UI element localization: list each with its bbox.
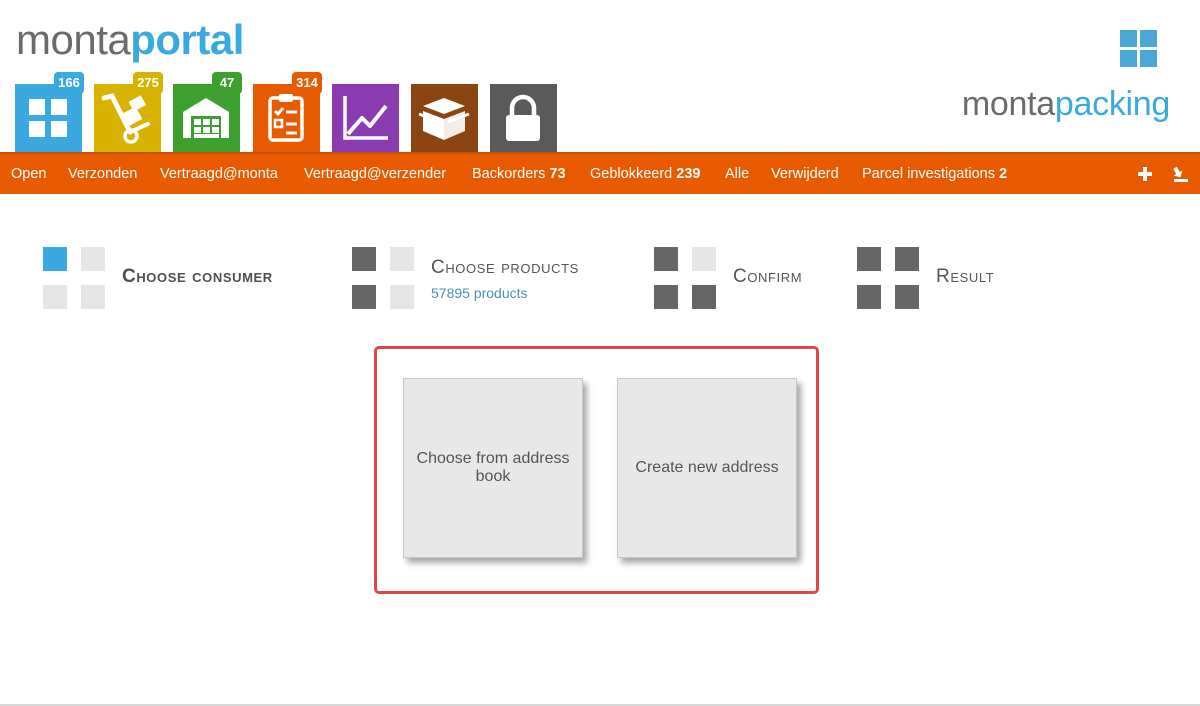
- nav-count: 73: [549, 166, 566, 182]
- logo-part-portal: portal: [130, 16, 244, 63]
- step-title: Choose consumer: [122, 266, 273, 287]
- grid-icon: [29, 99, 67, 137]
- shipping-tile[interactable]: 275: [94, 72, 163, 152]
- nav-backorders[interactable]: Backorders 73: [472, 154, 566, 194]
- logo-part-monta: monta: [16, 16, 131, 63]
- nav-vertraagd-verzender[interactable]: Vertraagd@verzender: [304, 154, 446, 194]
- nav-geblokkeerd[interactable]: Geblokkeerd 239: [590, 154, 700, 194]
- step-indicator-square: [857, 285, 881, 309]
- count-badge: 47: [212, 72, 242, 94]
- create-new-address-button[interactable]: Create new address: [617, 378, 797, 558]
- logo-part-packing: packing: [1054, 85, 1170, 123]
- warehouse-icon: [183, 98, 229, 138]
- analytics-tile[interactable]: [332, 84, 399, 152]
- logo-square: [1120, 50, 1137, 67]
- hand-truck-icon: [101, 93, 150, 144]
- import-icon[interactable]: [1172, 165, 1190, 183]
- step-result[interactable]: Result: [857, 247, 1027, 309]
- nav-vertraagd-monta[interactable]: Vertraagd@monta: [160, 154, 278, 194]
- step-indicator-square: [390, 247, 414, 271]
- orders-tile[interactable]: 314: [253, 72, 322, 152]
- nav-open[interactable]: Open: [11, 154, 46, 194]
- step-indicator-square: [81, 285, 105, 309]
- packaging-tile[interactable]: [411, 84, 478, 152]
- step-indicator-square: [654, 247, 678, 271]
- status-nav-bar: Open Verzonden Vertraagd@monta Vertraagd…: [0, 152, 1200, 194]
- lock-tile[interactable]: [490, 84, 557, 152]
- step-indicator-square: [895, 285, 919, 309]
- plus-icon[interactable]: [1136, 165, 1154, 183]
- logo-square: [1140, 30, 1157, 47]
- nav-verwijderd[interactable]: Verwijderd: [771, 154, 839, 194]
- count-badge: 314: [292, 72, 322, 94]
- step-title: Result: [936, 266, 995, 287]
- nav-count: 239: [676, 166, 701, 182]
- step-indicator-square: [692, 285, 716, 309]
- line-chart-icon: [343, 96, 388, 140]
- choose-from-address-book-button[interactable]: Choose from address book: [403, 378, 583, 558]
- logo-part-monta: monta: [961, 85, 1055, 123]
- step-indicator-square: [654, 285, 678, 309]
- step-indicator-square: [81, 247, 105, 271]
- product-count: 57895 products: [431, 285, 528, 301]
- logo-square: [1120, 30, 1137, 47]
- montapacking-logo: montapacking: [940, 28, 1170, 128]
- nav-parcel-investigations[interactable]: Parcel investigations 2: [862, 154, 1007, 194]
- step-confirm[interactable]: Confirm: [654, 247, 834, 309]
- logo-square: [1140, 50, 1157, 67]
- warehouse-tile[interactable]: 47: [173, 72, 242, 152]
- count-badge: 166: [54, 72, 84, 94]
- step-indicator-square: [895, 247, 919, 271]
- step-indicator-square: [352, 285, 376, 309]
- step-choose-products[interactable]: Choose products 57895 products: [352, 247, 632, 309]
- nav-alle[interactable]: Alle: [725, 154, 749, 194]
- open-box-icon: [418, 98, 470, 140]
- step-title: Confirm: [733, 266, 803, 287]
- dashboard-tile[interactable]: 166: [15, 72, 84, 152]
- step-indicator-square: [43, 285, 67, 309]
- step-indicator-square: [692, 247, 716, 271]
- count-badge: 275: [133, 72, 163, 94]
- step-indicator-square: [857, 247, 881, 271]
- step-indicator-square: [352, 247, 376, 271]
- step-indicator-square: [390, 285, 414, 309]
- lock-icon: [506, 94, 540, 141]
- nav-verzonden[interactable]: Verzonden: [68, 154, 137, 194]
- step-choose-consumer[interactable]: Choose consumer: [43, 247, 333, 309]
- clipboard-checklist-icon: [268, 94, 304, 142]
- montaportal-logo[interactable]: montaportal: [16, 16, 244, 64]
- nav-count: 2: [999, 166, 1008, 182]
- step-title: Choose products: [431, 257, 579, 278]
- step-indicator-square: [43, 247, 67, 271]
